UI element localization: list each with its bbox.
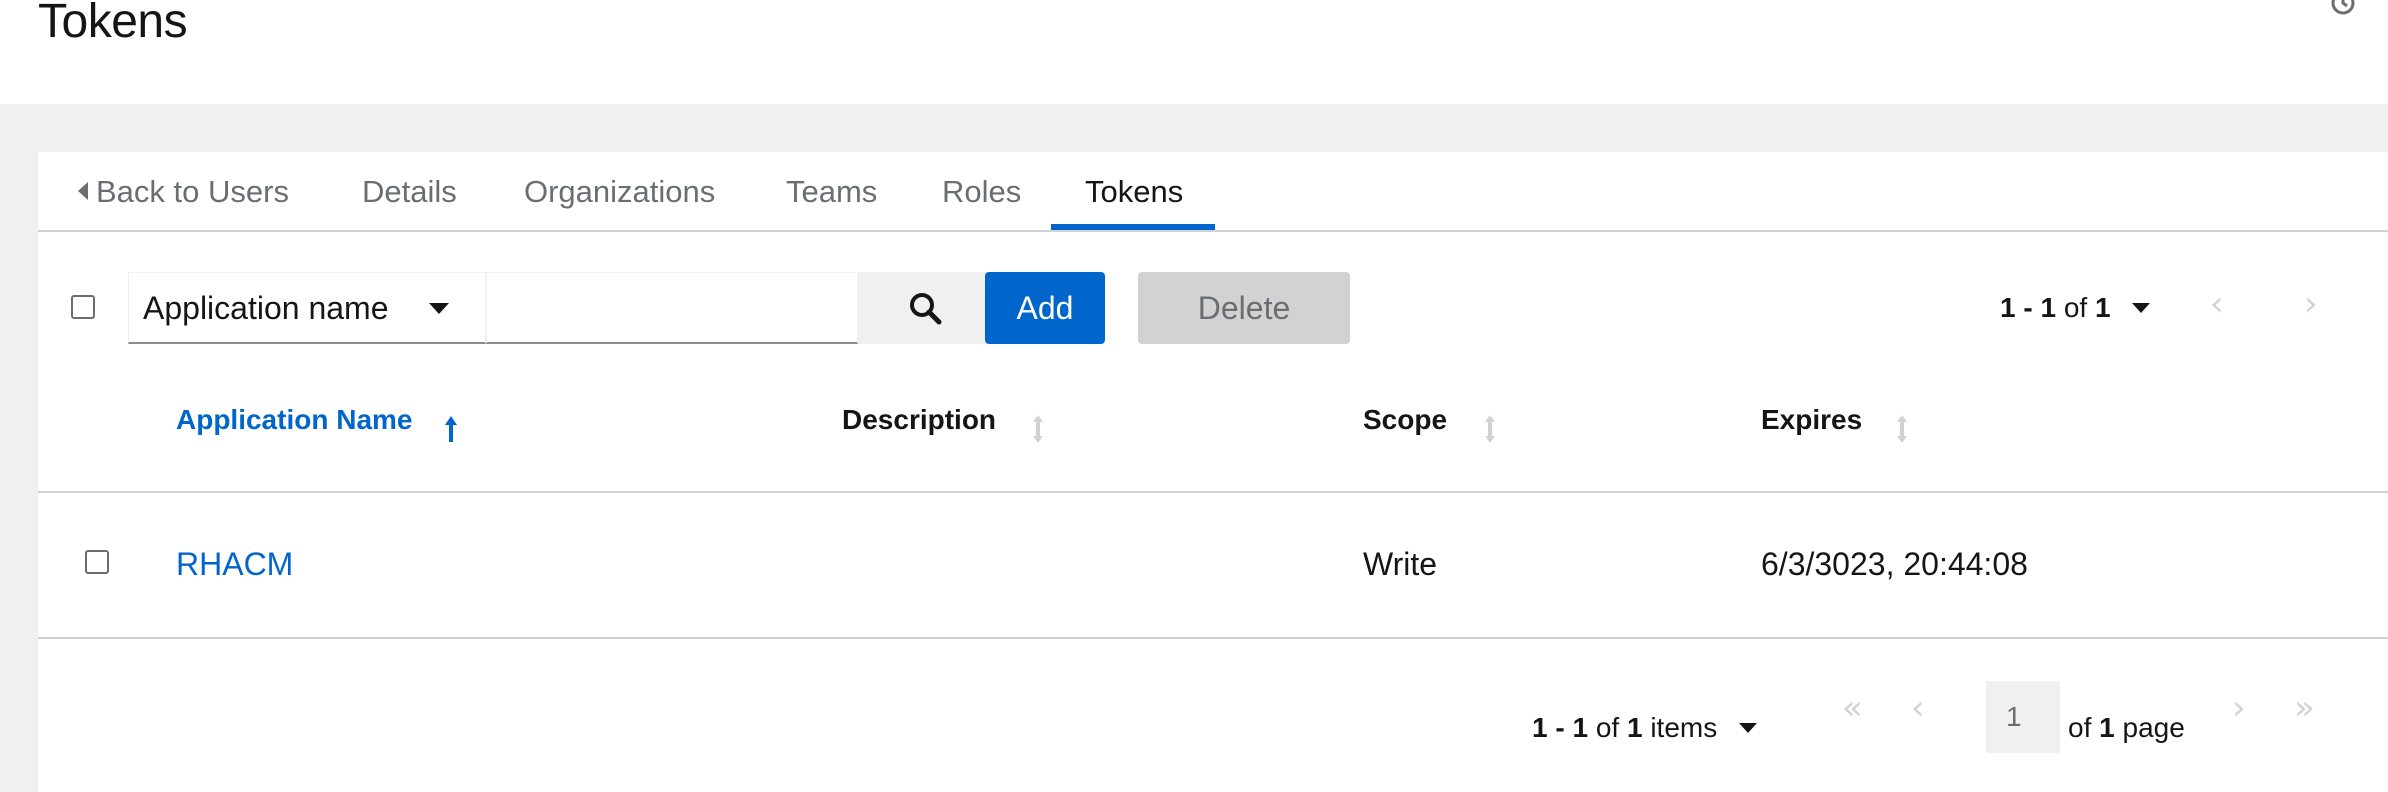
filter-select-label: Application name: [143, 290, 389, 326]
tab-details[interactable]: Details: [362, 152, 457, 232]
pagination-toggle[interactable]: 1 - 1 of 1: [2000, 282, 2151, 334]
column-header-application-name[interactable]: Application Name: [176, 404, 412, 436]
tab-back-to-users[interactable]: Back to Users: [78, 152, 289, 232]
caret-down-icon: [2132, 302, 2151, 313]
double-chevron-right-icon[interactable]: »: [2294, 688, 2315, 728]
tokens-card: Back to Users Details Organizations Team…: [38, 152, 2388, 792]
page-title: Tokens: [38, 0, 188, 48]
chevron-right-icon[interactable]: ›: [2232, 688, 2246, 728]
caret-down-icon: [1739, 722, 1757, 733]
search-input[interactable]: [486, 272, 858, 344]
row-divider: [38, 637, 2388, 639]
tab-roles[interactable]: Roles: [942, 152, 1021, 232]
tab-label: Back to Users: [96, 174, 289, 209]
column-header-description[interactable]: Description: [842, 404, 996, 436]
pagination-of: of: [2063, 292, 2088, 323]
double-chevron-left-icon[interactable]: «: [1842, 688, 1863, 728]
scope-cell: Write: [1363, 546, 1438, 582]
footer-pagination-items: items: [1650, 712, 1718, 743]
tab-bar: Back to Users Details Organizations Team…: [38, 152, 2388, 232]
chevron-right-icon[interactable]: ›: [2304, 284, 2318, 324]
expires-cell: 6/3/3023, 20:44:08: [1761, 546, 2028, 582]
tab-teams[interactable]: Teams: [786, 152, 877, 232]
sort-icon[interactable]: [1895, 414, 1909, 444]
header-divider: [38, 491, 2388, 493]
row-select-checkbox[interactable]: [85, 550, 109, 574]
chevron-left-icon[interactable]: ‹: [1911, 688, 1925, 728]
chevron-left-icon[interactable]: ‹: [2210, 284, 2224, 324]
sort-ascending-icon[interactable]: [444, 414, 458, 444]
caret-down-icon: [429, 303, 449, 314]
filter-select[interactable]: Application name: [128, 272, 486, 344]
history-icon[interactable]: [2328, 0, 2358, 18]
page-label: page: [2122, 712, 2185, 743]
add-button[interactable]: Add: [985, 272, 1105, 344]
search-icon: [910, 293, 942, 325]
search-button[interactable]: [858, 272, 992, 344]
select-all-checkbox[interactable]: [71, 295, 95, 319]
total-pages: 1: [2099, 712, 2115, 743]
page-header: Tokens: [0, 0, 2388, 104]
active-tab-indicator: [1051, 224, 1215, 230]
footer-pagination-toggle[interactable]: 1 - 1 of 1 items: [1532, 698, 1757, 758]
footer-pagination-range: 1 - 1: [1532, 712, 1589, 743]
footer-pagination-total: 1: [1626, 712, 1643, 743]
footer-pagination-of: of: [1595, 712, 1620, 743]
caret-left-icon: [78, 181, 88, 200]
current-page-input[interactable]: [1986, 681, 2060, 753]
delete-button[interactable]: Delete: [1138, 272, 1350, 344]
sort-icon[interactable]: [1483, 414, 1497, 444]
tab-organizations[interactable]: Organizations: [524, 152, 715, 232]
of-page-prefix: of: [2068, 712, 2092, 743]
total-pages-label: of 1 page: [2068, 698, 2185, 758]
sort-icon[interactable]: [1031, 414, 1045, 444]
column-header-expires[interactable]: Expires: [1761, 404, 1862, 436]
column-header-scope[interactable]: Scope: [1363, 404, 1447, 436]
pagination-total: 1: [2094, 292, 2111, 323]
application-name-link[interactable]: RHACM: [176, 546, 293, 583]
tab-tokens[interactable]: Tokens: [1085, 152, 1183, 232]
pagination-range: 1 - 1: [2000, 292, 2057, 323]
